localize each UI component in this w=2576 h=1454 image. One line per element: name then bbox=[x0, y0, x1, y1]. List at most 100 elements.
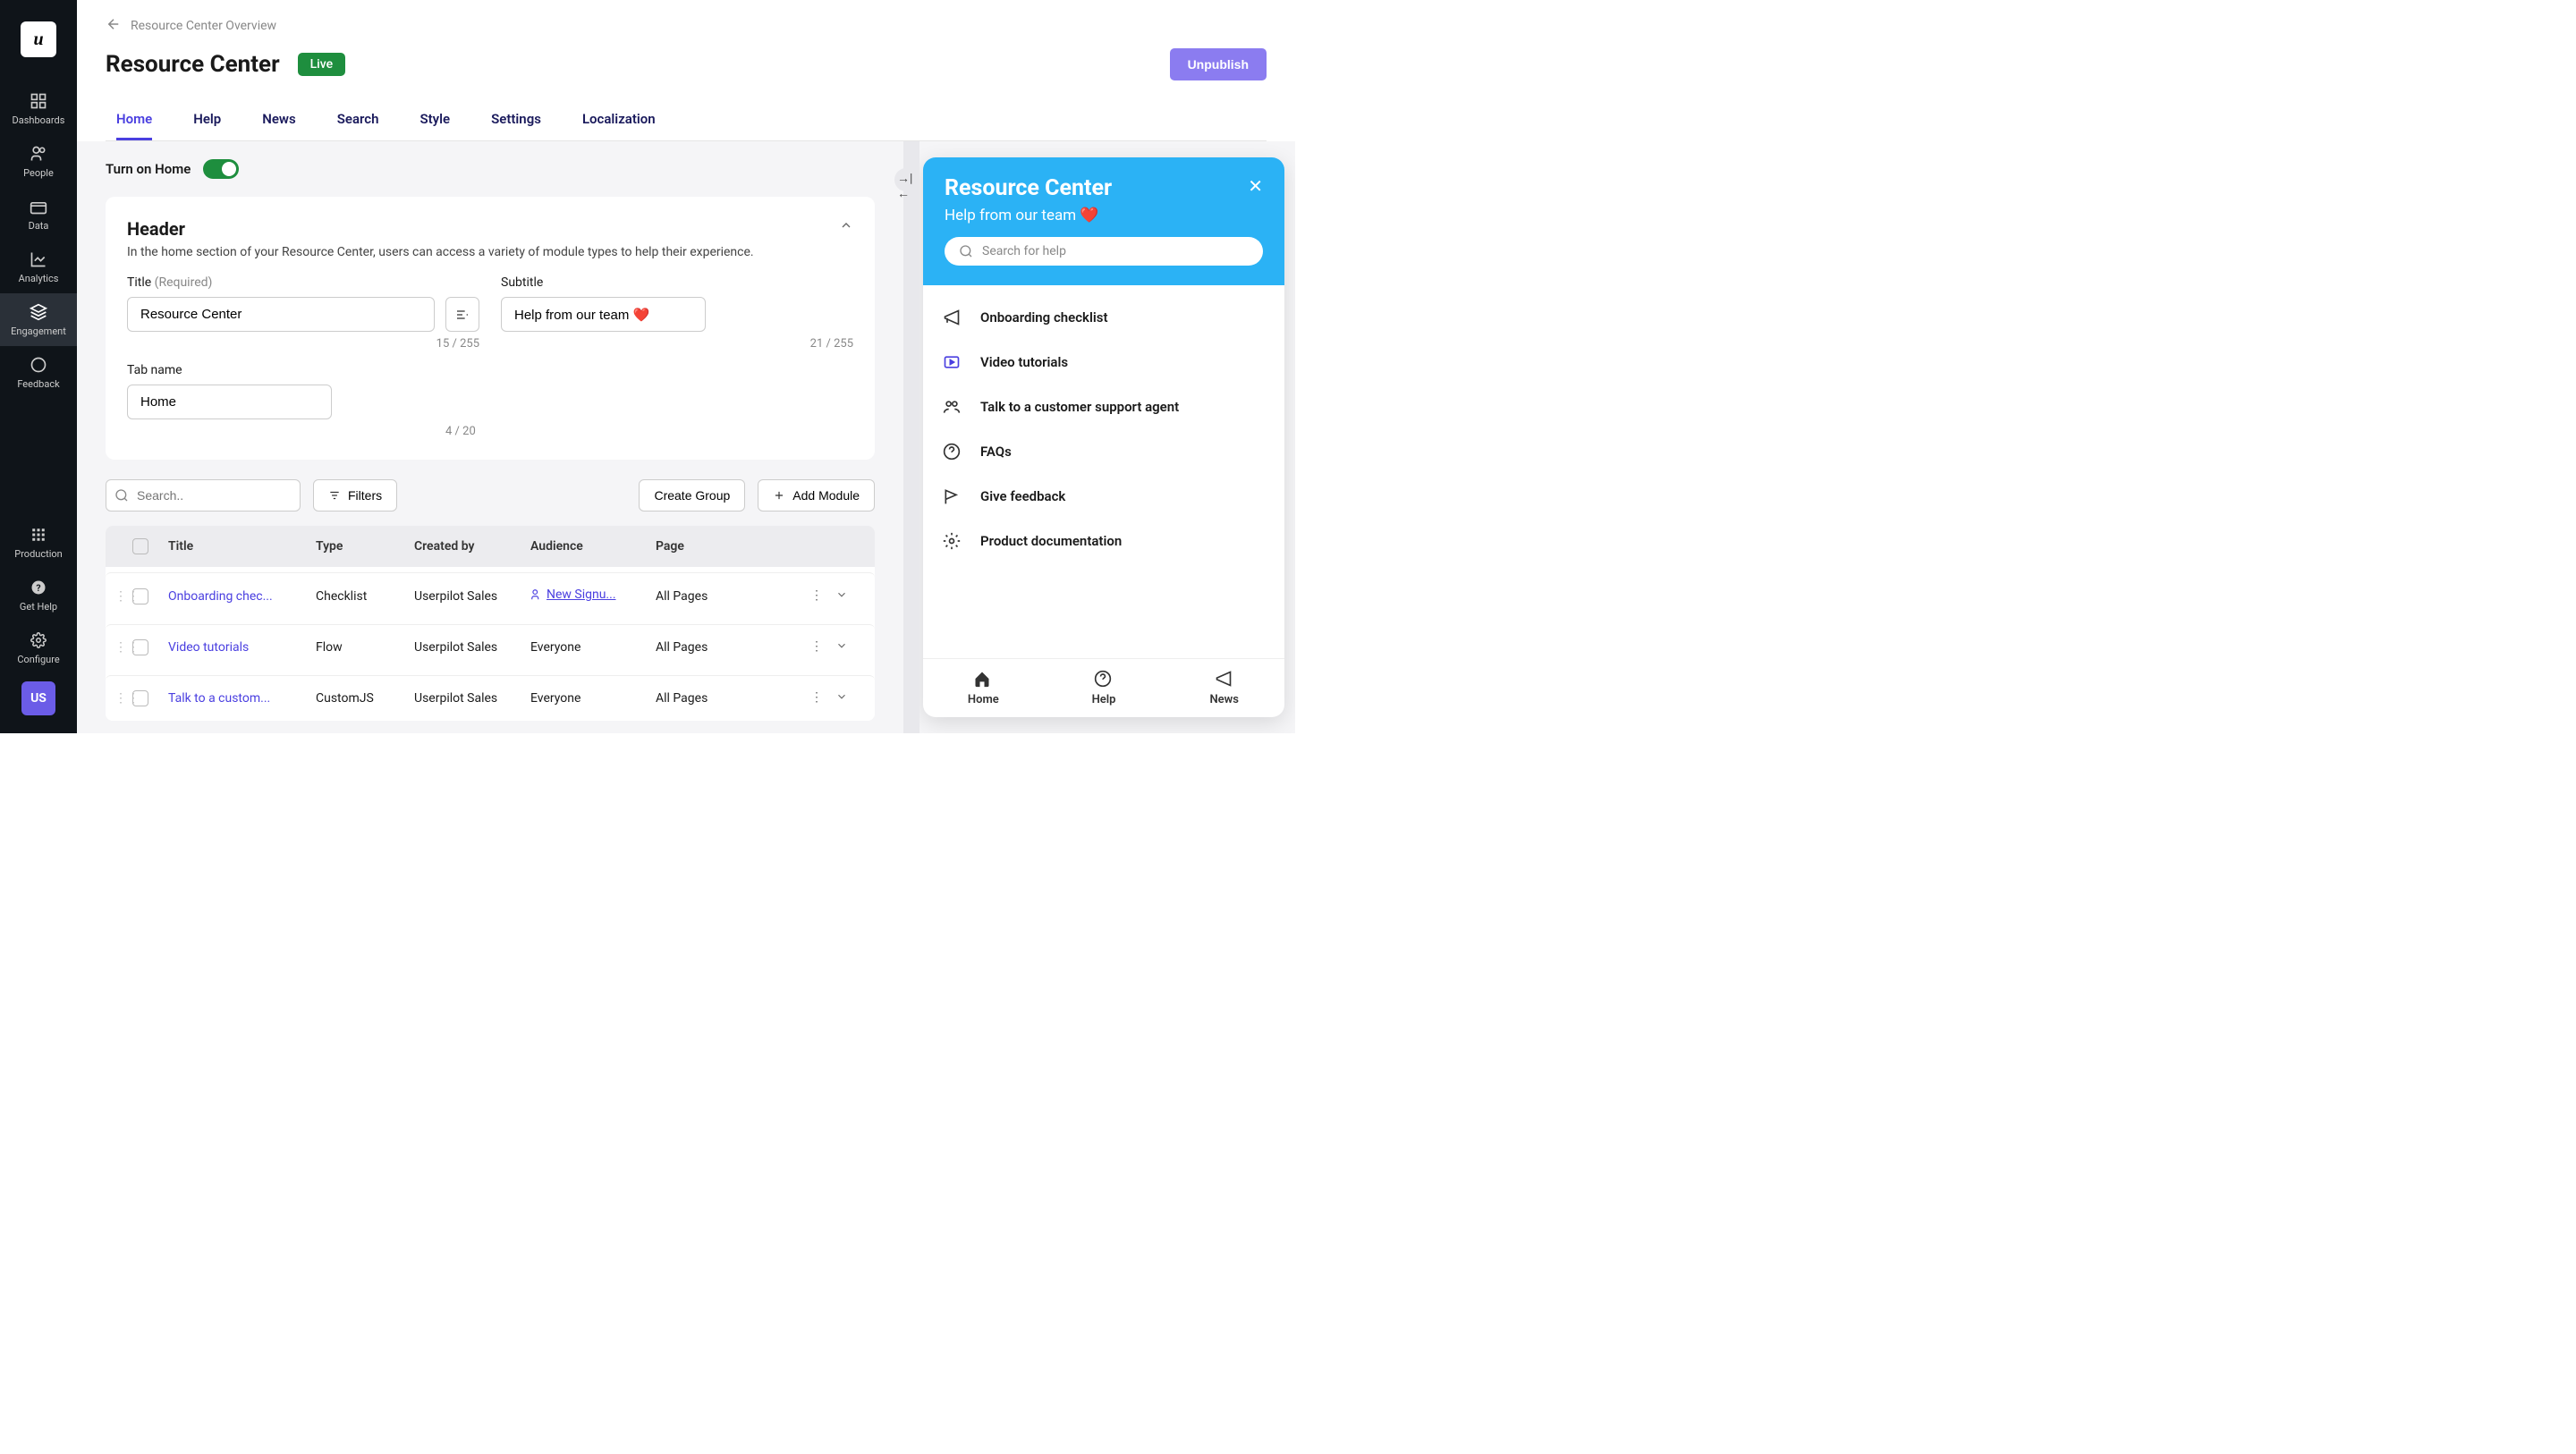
filters-button[interactable]: Filters bbox=[313, 479, 397, 511]
row-title-link[interactable]: Onboarding chec... bbox=[168, 589, 316, 604]
row-audience: Everyone bbox=[530, 691, 656, 706]
sidebar: u Dashboards People Data Analytics Engag… bbox=[0, 0, 77, 733]
table-row: ⋮⋮ Video tutorials Flow Userpilot Sales … bbox=[106, 624, 875, 670]
row-created: Userpilot Sales bbox=[414, 640, 530, 655]
video-icon bbox=[941, 351, 962, 373]
tab-home[interactable]: Home bbox=[116, 100, 152, 140]
preview-nav-help[interactable]: Help bbox=[1044, 659, 1165, 717]
sidebar-item-label: Feedback bbox=[17, 378, 59, 390]
sidebar-item-label: Get Help bbox=[20, 601, 57, 613]
gear-icon bbox=[941, 530, 962, 552]
chevron-down-icon[interactable] bbox=[835, 639, 848, 655]
tab-search[interactable]: Search bbox=[337, 100, 379, 140]
tabname-input[interactable] bbox=[127, 385, 332, 419]
row-type: CustomJS bbox=[316, 691, 414, 706]
preview-item-onboarding[interactable]: Onboarding checklist bbox=[941, 307, 1267, 328]
support-icon bbox=[941, 396, 962, 418]
preview-nav: Home Help News bbox=[923, 658, 1284, 717]
more-icon[interactable]: ⋮ bbox=[810, 690, 823, 706]
sidebar-item-production[interactable]: Production bbox=[0, 516, 77, 569]
tab-news[interactable]: News bbox=[262, 100, 295, 140]
data-icon bbox=[29, 197, 48, 216]
preview-item-support[interactable]: Talk to a customer support agent bbox=[941, 396, 1267, 418]
sidebar-item-label: People bbox=[23, 167, 54, 179]
content-wrap: Turn on Home Header In the home section … bbox=[77, 141, 1295, 733]
sidebar-item-label: Configure bbox=[17, 654, 59, 665]
create-group-button[interactable]: Create Group bbox=[639, 479, 745, 511]
tab-localization[interactable]: Localization bbox=[582, 100, 656, 140]
preview-nav-home[interactable]: Home bbox=[923, 659, 1044, 717]
tabs: Home Help News Search Style Settings Loc… bbox=[106, 100, 1267, 141]
main: Resource Center Overview Resource Center… bbox=[77, 0, 1295, 733]
breadcrumb: Resource Center Overview bbox=[106, 16, 1267, 36]
news-icon bbox=[1215, 670, 1234, 689]
sidebar-item-configure[interactable]: Configure bbox=[0, 621, 77, 674]
help-icon: ? bbox=[29, 578, 48, 597]
preview-item-faqs[interactable]: FAQs bbox=[941, 441, 1267, 462]
select-all-checkbox[interactable] bbox=[132, 538, 148, 554]
preview-item-video[interactable]: Video tutorials bbox=[941, 351, 1267, 373]
drag-handle-icon[interactable]: ⋮⋮ bbox=[114, 640, 140, 655]
row-title-link[interactable]: Talk to a custom... bbox=[168, 691, 316, 706]
back-arrow-icon[interactable] bbox=[106, 16, 122, 36]
title-input[interactable] bbox=[127, 297, 435, 332]
flag-icon bbox=[941, 486, 962, 507]
chat-icon bbox=[29, 355, 48, 375]
table-row: ⋮⋮ Onboarding chec... Checklist Userpilo… bbox=[106, 572, 875, 619]
sidebar-item-engagement[interactable]: Engagement bbox=[0, 293, 77, 346]
header-card: Header In the home section of your Resou… bbox=[106, 197, 875, 460]
drag-handle-icon[interactable]: ⋮⋮ bbox=[114, 589, 140, 604]
people-icon bbox=[29, 144, 48, 164]
row-type: Checklist bbox=[316, 589, 414, 604]
more-icon[interactable]: ⋮ bbox=[810, 588, 823, 604]
preview-item-docs[interactable]: Product documentation bbox=[941, 530, 1267, 552]
plus-icon bbox=[773, 489, 785, 502]
tabname-field-label: Tab name bbox=[127, 363, 476, 377]
tab-settings[interactable]: Settings bbox=[491, 100, 541, 140]
col-type: Type bbox=[316, 539, 414, 554]
gear-icon bbox=[29, 630, 48, 650]
preview-search[interactable]: Search for help bbox=[945, 237, 1263, 266]
preview-subtitle: Help from our team ❤️ bbox=[945, 207, 1263, 224]
apps-icon bbox=[29, 525, 48, 545]
sidebar-item-people[interactable]: People bbox=[0, 135, 77, 188]
chevron-down-icon[interactable] bbox=[835, 690, 848, 706]
sidebar-item-analytics[interactable]: Analytics bbox=[0, 241, 77, 293]
content: Turn on Home Header In the home section … bbox=[77, 141, 903, 733]
sidebar-item-label: Data bbox=[29, 220, 49, 232]
sidebar-item-gethelp[interactable]: ? Get Help bbox=[0, 569, 77, 621]
chevron-down-icon[interactable] bbox=[835, 588, 848, 604]
breadcrumb-text[interactable]: Resource Center Overview bbox=[131, 19, 276, 33]
toggle-row: Turn on Home bbox=[106, 159, 875, 179]
chevron-up-icon[interactable] bbox=[839, 218, 853, 236]
preview-item-feedback[interactable]: Give feedback bbox=[941, 486, 1267, 507]
sidebar-item-dashboards[interactable]: Dashboards bbox=[0, 82, 77, 135]
module-search-input[interactable] bbox=[106, 479, 301, 511]
row-created: Userpilot Sales bbox=[414, 589, 530, 604]
logo[interactable]: u bbox=[21, 21, 56, 57]
title-options-button[interactable] bbox=[445, 297, 479, 332]
row-audience-link[interactable]: New Signu... bbox=[530, 588, 616, 602]
search-icon bbox=[114, 488, 129, 503]
subtitle-input[interactable] bbox=[501, 297, 706, 332]
sidebar-item-data[interactable]: Data bbox=[0, 188, 77, 241]
preview-nav-news[interactable]: News bbox=[1164, 659, 1284, 717]
modules-table: Title Type Created by Audience Page ⋮⋮ O… bbox=[106, 526, 875, 721]
unpublish-button[interactable]: Unpublish bbox=[1170, 48, 1267, 80]
add-module-button[interactable]: Add Module bbox=[758, 479, 875, 511]
panel-divider[interactable]: →|← bbox=[903, 141, 919, 733]
col-audience: Audience bbox=[530, 539, 656, 554]
collapse-icon[interactable]: →|← bbox=[897, 171, 919, 201]
row-title-link[interactable]: Video tutorials bbox=[168, 640, 316, 655]
sidebar-item-label: Analytics bbox=[19, 273, 59, 284]
home-toggle[interactable] bbox=[203, 159, 239, 179]
user-badge[interactable]: US bbox=[21, 681, 55, 715]
preview-card: Resource Center ✕ Help from our team ❤️ … bbox=[923, 157, 1284, 717]
sidebar-item-feedback[interactable]: Feedback bbox=[0, 346, 77, 399]
more-icon[interactable]: ⋮ bbox=[810, 639, 823, 655]
drag-handle-icon[interactable]: ⋮⋮ bbox=[114, 691, 140, 706]
tab-help[interactable]: Help bbox=[193, 100, 221, 140]
module-search bbox=[106, 479, 301, 511]
tab-style[interactable]: Style bbox=[419, 100, 450, 140]
close-icon[interactable]: ✕ bbox=[1248, 175, 1263, 197]
